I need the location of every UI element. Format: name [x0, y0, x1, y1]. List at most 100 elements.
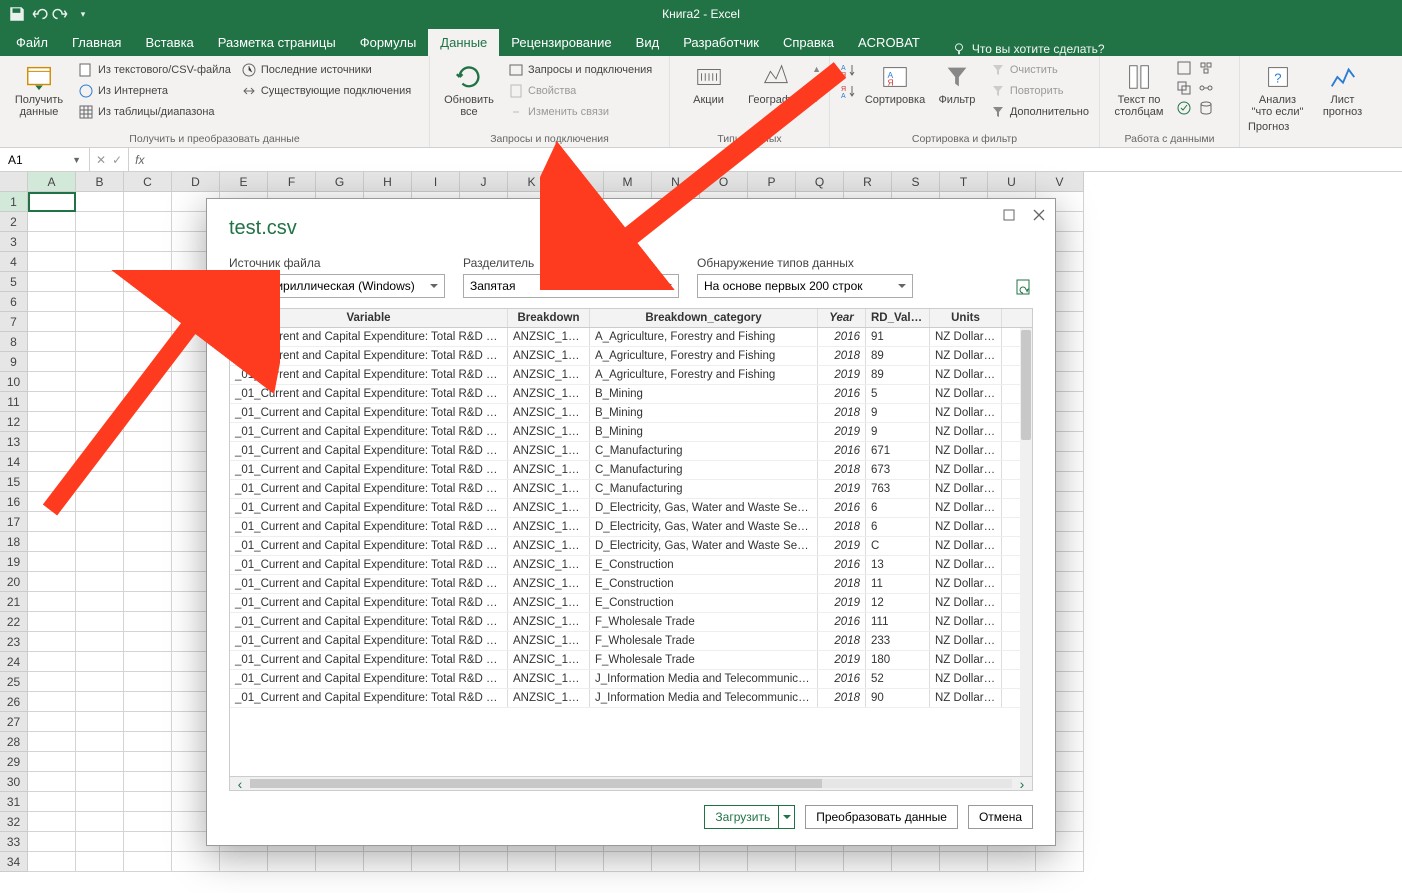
- table-row[interactable]: _01_Current and Capital Expenditure: Tot…: [230, 366, 1032, 385]
- cell[interactable]: [76, 492, 124, 512]
- cancel-button[interactable]: Отмена: [968, 805, 1033, 829]
- cell[interactable]: [28, 532, 76, 552]
- fx-icon[interactable]: fx: [129, 153, 150, 167]
- cell[interactable]: [28, 612, 76, 632]
- cell[interactable]: [556, 852, 604, 872]
- get-data-button[interactable]: Получить данные: [8, 60, 70, 122]
- tab-файл[interactable]: Файл: [4, 29, 60, 56]
- cell[interactable]: [28, 312, 76, 332]
- table-row[interactable]: _01_Current and Capital Expenditure: Tot…: [230, 575, 1032, 594]
- refresh-preview-icon[interactable]: [1015, 278, 1033, 296]
- row-header[interactable]: 27: [0, 712, 28, 732]
- cell[interactable]: [124, 752, 172, 772]
- cell[interactable]: [748, 852, 796, 872]
- cell[interactable]: [124, 472, 172, 492]
- tab-acrobat[interactable]: ACROBAT: [846, 29, 932, 56]
- cell[interactable]: [28, 752, 76, 772]
- cell[interactable]: [76, 292, 124, 312]
- row-header[interactable]: 2: [0, 212, 28, 232]
- column-header[interactable]: P: [748, 172, 796, 192]
- row-header[interactable]: 16: [0, 492, 28, 512]
- tab-справка[interactable]: Справка: [771, 29, 846, 56]
- column-header[interactable]: C: [124, 172, 172, 192]
- table-row[interactable]: _01_Current and Capital Expenditure: Tot…: [230, 689, 1032, 708]
- what-if-button[interactable]: ?Анализ "что если": [1248, 60, 1307, 120]
- cell[interactable]: [124, 852, 172, 872]
- cell[interactable]: [124, 392, 172, 412]
- column-header[interactable]: K: [508, 172, 556, 192]
- table-row[interactable]: _01_Current and Capital Expenditure: Tot…: [230, 347, 1032, 366]
- row-header[interactable]: 10: [0, 372, 28, 392]
- cell[interactable]: [652, 852, 700, 872]
- cell[interactable]: [28, 712, 76, 732]
- tab-данные[interactable]: Данные: [428, 29, 499, 56]
- col-header-breakdown-category[interactable]: Breakdown_category: [590, 309, 818, 327]
- chevron-down-icon[interactable]: ▼: [812, 94, 821, 104]
- cell[interactable]: [844, 852, 892, 872]
- cell[interactable]: [124, 412, 172, 432]
- load-button[interactable]: Загрузить: [704, 805, 795, 829]
- row-header[interactable]: 31: [0, 792, 28, 812]
- cell[interactable]: [700, 852, 748, 872]
- cell[interactable]: [28, 392, 76, 412]
- cell[interactable]: [76, 252, 124, 272]
- cell[interactable]: [28, 692, 76, 712]
- cell[interactable]: [124, 192, 172, 212]
- chevron-up-icon[interactable]: ▲: [812, 64, 821, 74]
- cell[interactable]: [124, 612, 172, 632]
- advanced-filter-button[interactable]: Дополнительно: [988, 102, 1091, 122]
- row-header[interactable]: 19: [0, 552, 28, 572]
- cell[interactable]: [412, 852, 460, 872]
- col-header-year[interactable]: Year: [818, 309, 866, 327]
- column-header[interactable]: A: [28, 172, 76, 192]
- cell[interactable]: [28, 572, 76, 592]
- cell[interactable]: [124, 232, 172, 252]
- data-validation-icon[interactable]: [1176, 100, 1192, 116]
- tab-рецензирование[interactable]: Рецензирование: [499, 29, 623, 56]
- cell[interactable]: [124, 512, 172, 532]
- cell[interactable]: [124, 672, 172, 692]
- cell[interactable]: [124, 772, 172, 792]
- row-header[interactable]: 20: [0, 572, 28, 592]
- cell[interactable]: [604, 852, 652, 872]
- cell[interactable]: [76, 392, 124, 412]
- cell[interactable]: [364, 852, 412, 872]
- cell[interactable]: [124, 292, 172, 312]
- close-icon[interactable]: [1029, 205, 1049, 225]
- table-row[interactable]: _01_Current and Capital Expenditure: Tot…: [230, 461, 1032, 480]
- row-header[interactable]: 28: [0, 732, 28, 752]
- cell[interactable]: [76, 212, 124, 232]
- cell[interactable]: [508, 852, 556, 872]
- cell[interactable]: [124, 692, 172, 712]
- table-row[interactable]: _01_Current and Capital Expenditure: Tot…: [230, 442, 1032, 461]
- row-header[interactable]: 12: [0, 412, 28, 432]
- geography-button[interactable]: География: [745, 60, 806, 108]
- cell[interactable]: [76, 512, 124, 532]
- cell[interactable]: [76, 812, 124, 832]
- cell[interactable]: [76, 532, 124, 552]
- from-web-button[interactable]: Из Интернета: [76, 81, 233, 101]
- cell[interactable]: [28, 432, 76, 452]
- tab-формулы[interactable]: Формулы: [348, 29, 429, 56]
- cell[interactable]: [28, 772, 76, 792]
- cell[interactable]: [28, 652, 76, 672]
- tell-me-search[interactable]: Что вы хотите сделать?: [952, 42, 1105, 56]
- column-header[interactable]: F: [268, 172, 316, 192]
- row-header[interactable]: 30: [0, 772, 28, 792]
- cell[interactable]: [76, 352, 124, 372]
- file-origin-combo[interactable]: 1251: Кириллическая (Windows): [229, 274, 445, 298]
- cell[interactable]: [28, 372, 76, 392]
- cell[interactable]: [124, 452, 172, 472]
- cell[interactable]: [76, 672, 124, 692]
- cell[interactable]: [28, 832, 76, 852]
- cell[interactable]: [76, 332, 124, 352]
- queries-connections-button[interactable]: Запросы и подключения: [506, 60, 654, 80]
- tab-главная[interactable]: Главная: [60, 29, 133, 56]
- table-row[interactable]: _01_Current and Capital Expenditure: Tot…: [230, 518, 1032, 537]
- cell[interactable]: [124, 732, 172, 752]
- column-header[interactable]: L: [556, 172, 604, 192]
- table-row[interactable]: _01_Current and Capital Expenditure: Tot…: [230, 499, 1032, 518]
- from-table-button[interactable]: Из таблицы/диапазона: [76, 102, 233, 122]
- type-detection-combo[interactable]: На основе первых 200 строк: [697, 274, 913, 298]
- cell[interactable]: [28, 272, 76, 292]
